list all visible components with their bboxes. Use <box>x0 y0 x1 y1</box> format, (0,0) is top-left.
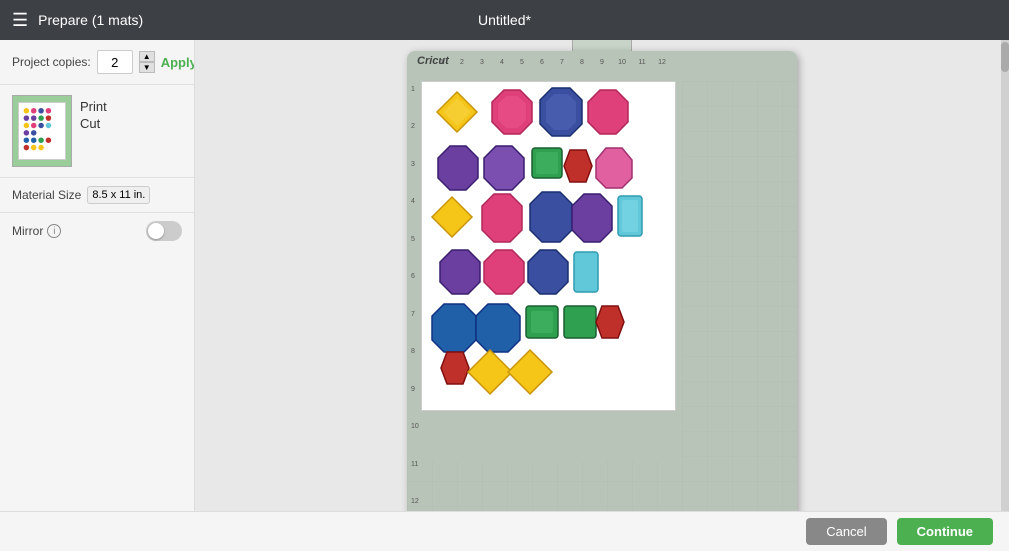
menu-icon[interactable]: ☰ <box>12 10 28 31</box>
cancel-button[interactable]: Cancel <box>806 518 886 545</box>
copies-input[interactable] <box>97 50 133 74</box>
mat-thumbnail-row: Print Cut <box>0 85 194 178</box>
mat-labels: Print Cut <box>80 95 107 131</box>
bottom-bar: Cancel Continue <box>0 511 1009 551</box>
material-row: Material Size 8.5 x 11 in. <box>0 178 194 213</box>
header: ☰ Prepare (1 mats) Untitled* <box>0 0 1009 40</box>
cricut-mat: Cricut 1 2 3 4 5 6 7 8 9 10 11 12 1 2 3 <box>407 51 797 512</box>
copies-up-button[interactable]: ▲ <box>139 51 155 62</box>
material-select[interactable]: 8.5 x 11 in. <box>87 186 150 204</box>
copies-row: Project copies: ▲ ▼ Apply <box>0 40 194 85</box>
material-label: Material Size <box>12 188 81 202</box>
mirror-toggle[interactable] <box>146 221 182 241</box>
copies-down-button[interactable]: ▼ <box>139 62 155 73</box>
mat-grid-svg <box>407 71 797 512</box>
main-area: Cricut 1 2 3 4 5 6 7 8 9 10 11 12 1 2 3 <box>195 40 1009 511</box>
ruler-top: 1 2 3 4 5 6 7 8 9 10 11 12 <box>432 59 797 66</box>
mirror-label-wrap: Mirror i <box>12 224 61 238</box>
copies-spinner: ▲ ▼ <box>139 51 155 73</box>
continue-button[interactable]: Continue <box>897 518 993 545</box>
mirror-row: Mirror i <box>0 213 194 249</box>
scrollbar-right[interactable] <box>1001 40 1009 511</box>
apply-button[interactable]: Apply <box>161 55 195 70</box>
document-title: Untitled* <box>478 12 531 28</box>
prepare-title: Prepare (1 mats) <box>38 12 143 28</box>
mat-thumb-gems <box>19 103 65 159</box>
left-panel: Project copies: ▲ ▼ Apply <box>0 40 195 511</box>
print-label: Print <box>80 99 107 114</box>
scrollbar-thumb[interactable] <box>1001 42 1009 72</box>
mat-thumb-inner <box>18 102 66 160</box>
cut-label: Cut <box>80 116 107 131</box>
toggle-knob <box>148 223 164 239</box>
mat-thumbnail[interactable] <box>12 95 72 167</box>
copies-label: Project copies: <box>12 55 91 69</box>
mirror-label: Mirror <box>12 224 43 238</box>
mirror-info-icon[interactable]: i <box>47 224 61 238</box>
